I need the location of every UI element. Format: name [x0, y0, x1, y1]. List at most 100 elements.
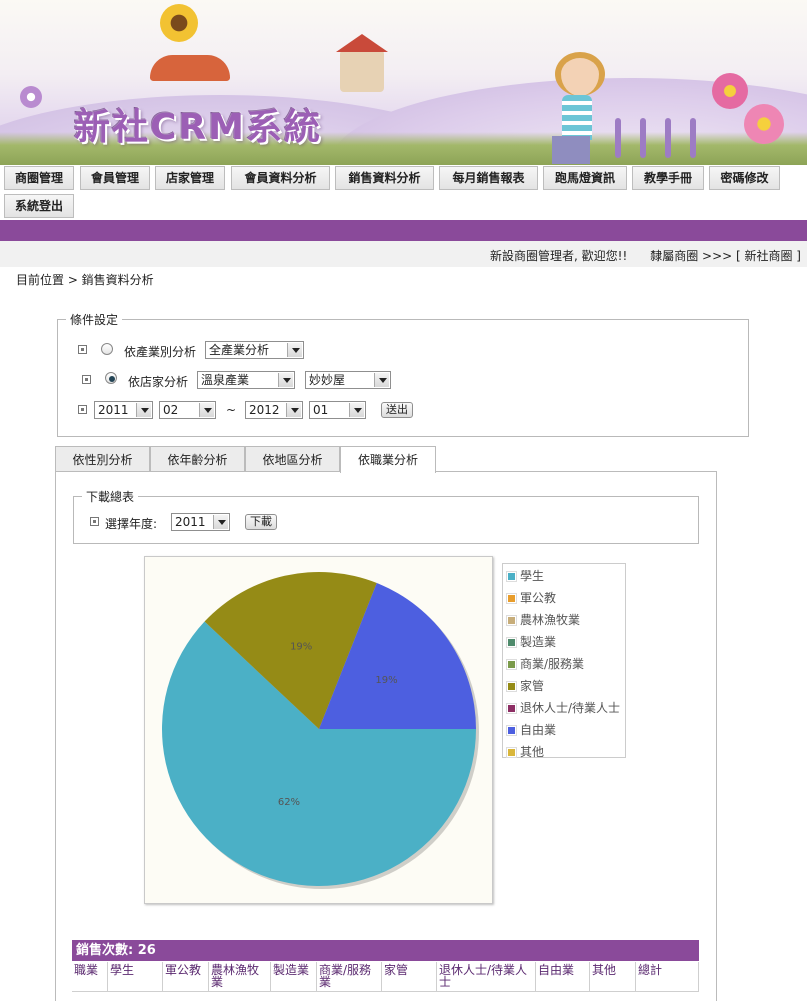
- nav-item-sales-analysis[interactable]: 銷售資料分析: [335, 166, 434, 190]
- legend-label: 家管: [520, 679, 545, 693]
- legend-label: 商業/服務業: [520, 657, 585, 671]
- bullet-icon: [90, 517, 99, 526]
- legend-item: 家管: [506, 677, 545, 699]
- breadcrumb: 目前位置 > 銷售資料分析: [16, 273, 154, 287]
- welcome-bar: 新設商圈管理者, 歡迎您!! 隸屬商圈 >>> [ 新社商圈 ]: [0, 241, 807, 267]
- legend-label: 退休人士/待業人士: [520, 701, 621, 715]
- year-label: 選擇年度:: [105, 517, 158, 531]
- girl-illustration: [562, 95, 592, 140]
- nav-item-marquee[interactable]: 跑馬燈資訊: [543, 166, 627, 190]
- table-column-header: 自由業: [536, 962, 590, 992]
- chevron-down-icon: [213, 515, 228, 529]
- download-year-select[interactable]: 2011: [171, 513, 230, 531]
- chevron-down-icon: [278, 373, 293, 387]
- legend-swatch: [506, 571, 517, 582]
- download-fieldset: 下載總表: [73, 488, 699, 544]
- start-month-select[interactable]: 02: [159, 401, 216, 419]
- site-title: 新社CRM系統: [74, 107, 322, 148]
- store-category-value: 溫泉產業: [201, 373, 250, 387]
- legend-swatch: [506, 593, 517, 604]
- tab-age[interactable]: 依年齡分析: [150, 446, 245, 472]
- lavender-icon: [640, 118, 646, 158]
- conditions-legend: 條件設定: [70, 313, 119, 327]
- end-month-select[interactable]: 01: [309, 401, 366, 419]
- tab-occupation[interactable]: 依職業分析: [340, 446, 436, 473]
- end-year-select[interactable]: 2012: [245, 401, 303, 419]
- welcome-message: 新設商圈管理者, 歡迎您!!: [490, 249, 628, 263]
- tab-gender[interactable]: 依性別分析: [55, 446, 150, 472]
- download-button[interactable]: 下載: [245, 514, 277, 530]
- legend-swatch: [506, 681, 517, 692]
- chart-legend: 學生 軍公教 農林漁牧業 製造業 商業/服務業 家管 退休人士/待業人士 自由業 其他: [502, 563, 626, 759]
- district-affiliation: 隸屬商圈 >>> [ 新社商圈 ]: [650, 249, 801, 263]
- legend-swatch: [506, 615, 517, 626]
- chevron-down-icon: [286, 403, 301, 417]
- table-column-header: 其他: [590, 962, 636, 992]
- table-column-header: 退休人士/待業人士: [437, 962, 536, 992]
- bullet-icon: [78, 405, 87, 414]
- table-column-header: 家管: [382, 962, 437, 992]
- bullet-icon: [78, 345, 87, 354]
- legend-item: 製造業: [506, 633, 557, 655]
- nav-divider-bar: [0, 220, 807, 241]
- radio-by-industry[interactable]: [101, 343, 113, 355]
- by-store-label: 依店家分析: [128, 375, 189, 389]
- table-column-header: 軍公教: [163, 962, 209, 992]
- start-year-select[interactable]: 2011: [94, 401, 153, 419]
- chevron-down-icon: [349, 403, 364, 417]
- legend-label: 自由業: [520, 723, 557, 737]
- nav-item-password[interactable]: 密碼修改: [709, 166, 780, 190]
- industry-select[interactable]: 全產業分析: [205, 341, 304, 359]
- radio-by-store[interactable]: [105, 372, 117, 384]
- chevron-down-icon: [374, 373, 389, 387]
- legend-item: 學生: [506, 567, 545, 589]
- download-year-value: 2011: [175, 515, 206, 529]
- legend-label: 農林漁牧業: [520, 613, 581, 627]
- lavender-icon: [665, 118, 671, 158]
- legend-item: 軍公教: [506, 589, 557, 611]
- girl-illustration: [552, 136, 590, 164]
- legend-label: 軍公教: [520, 591, 557, 605]
- tab-region[interactable]: 依地區分析: [245, 446, 340, 472]
- pie-slice-label: 19%: [375, 675, 397, 686]
- site-banner: 新社CRM系統: [0, 0, 807, 165]
- nav-item-stores[interactable]: 店家管理: [155, 166, 225, 190]
- nav-item-district[interactable]: 商圈管理: [4, 166, 74, 190]
- welcome-text: 新設商圈管理者, 歡迎您!! 隸屬商圈 >>> [ 新社商圈 ]: [490, 247, 801, 264]
- legend-label: 學生: [520, 569, 545, 583]
- flower-icon: [712, 73, 748, 109]
- legend-item: 商業/服務業: [506, 655, 585, 677]
- legend-label: 製造業: [520, 635, 557, 649]
- store-select[interactable]: 妙妙屋: [305, 371, 391, 389]
- nav-item-member-analysis[interactable]: 會員資料分析: [231, 166, 330, 190]
- pie-chart-frame: 62% 19% 19%: [144, 556, 493, 904]
- store-category-select[interactable]: 溫泉產業: [197, 371, 295, 389]
- table-column-header: 職業: [72, 962, 108, 992]
- pie-chart: 62% 19% 19%: [161, 572, 479, 889]
- nav-item-logout[interactable]: 系統登出: [4, 194, 74, 218]
- sales-count-header: 銷售次數: 26: [72, 940, 699, 961]
- lavender-icon: [615, 118, 621, 158]
- table-column-header: 農林漁牧業: [209, 962, 271, 992]
- nav-item-members[interactable]: 會員管理: [80, 166, 150, 190]
- nav-item-monthly-report[interactable]: 每月銷售報表: [439, 166, 538, 190]
- mushroom-icon: [150, 55, 230, 81]
- table-column-header: 學生: [108, 962, 163, 992]
- legend-item: 退休人士/待業人士: [506, 699, 621, 721]
- legend-item: 其他: [506, 743, 544, 765]
- pie-slice-label: 62%: [278, 797, 300, 808]
- submit-button[interactable]: 送出: [381, 402, 413, 418]
- nav-item-manual[interactable]: 教學手冊: [632, 166, 704, 190]
- table-column-header: 製造業: [271, 962, 317, 992]
- main-nav: 商圈管理 會員管理 店家管理 會員資料分析 銷售資料分析 每月銷售報表 跑馬燈資…: [0, 165, 807, 220]
- table-column-header: 商業/服務業: [317, 962, 382, 992]
- download-legend: 下載總表: [86, 490, 135, 504]
- bullet-icon: [82, 375, 91, 384]
- flower-icon: [744, 104, 784, 144]
- legend-swatch: [506, 725, 517, 736]
- chevron-down-icon: [136, 403, 151, 417]
- start-year-value: 2011: [98, 403, 129, 417]
- store-select-value: 妙妙屋: [309, 373, 346, 387]
- end-month-value: 01: [313, 403, 329, 417]
- legend-item: 農林漁牧業: [506, 611, 581, 633]
